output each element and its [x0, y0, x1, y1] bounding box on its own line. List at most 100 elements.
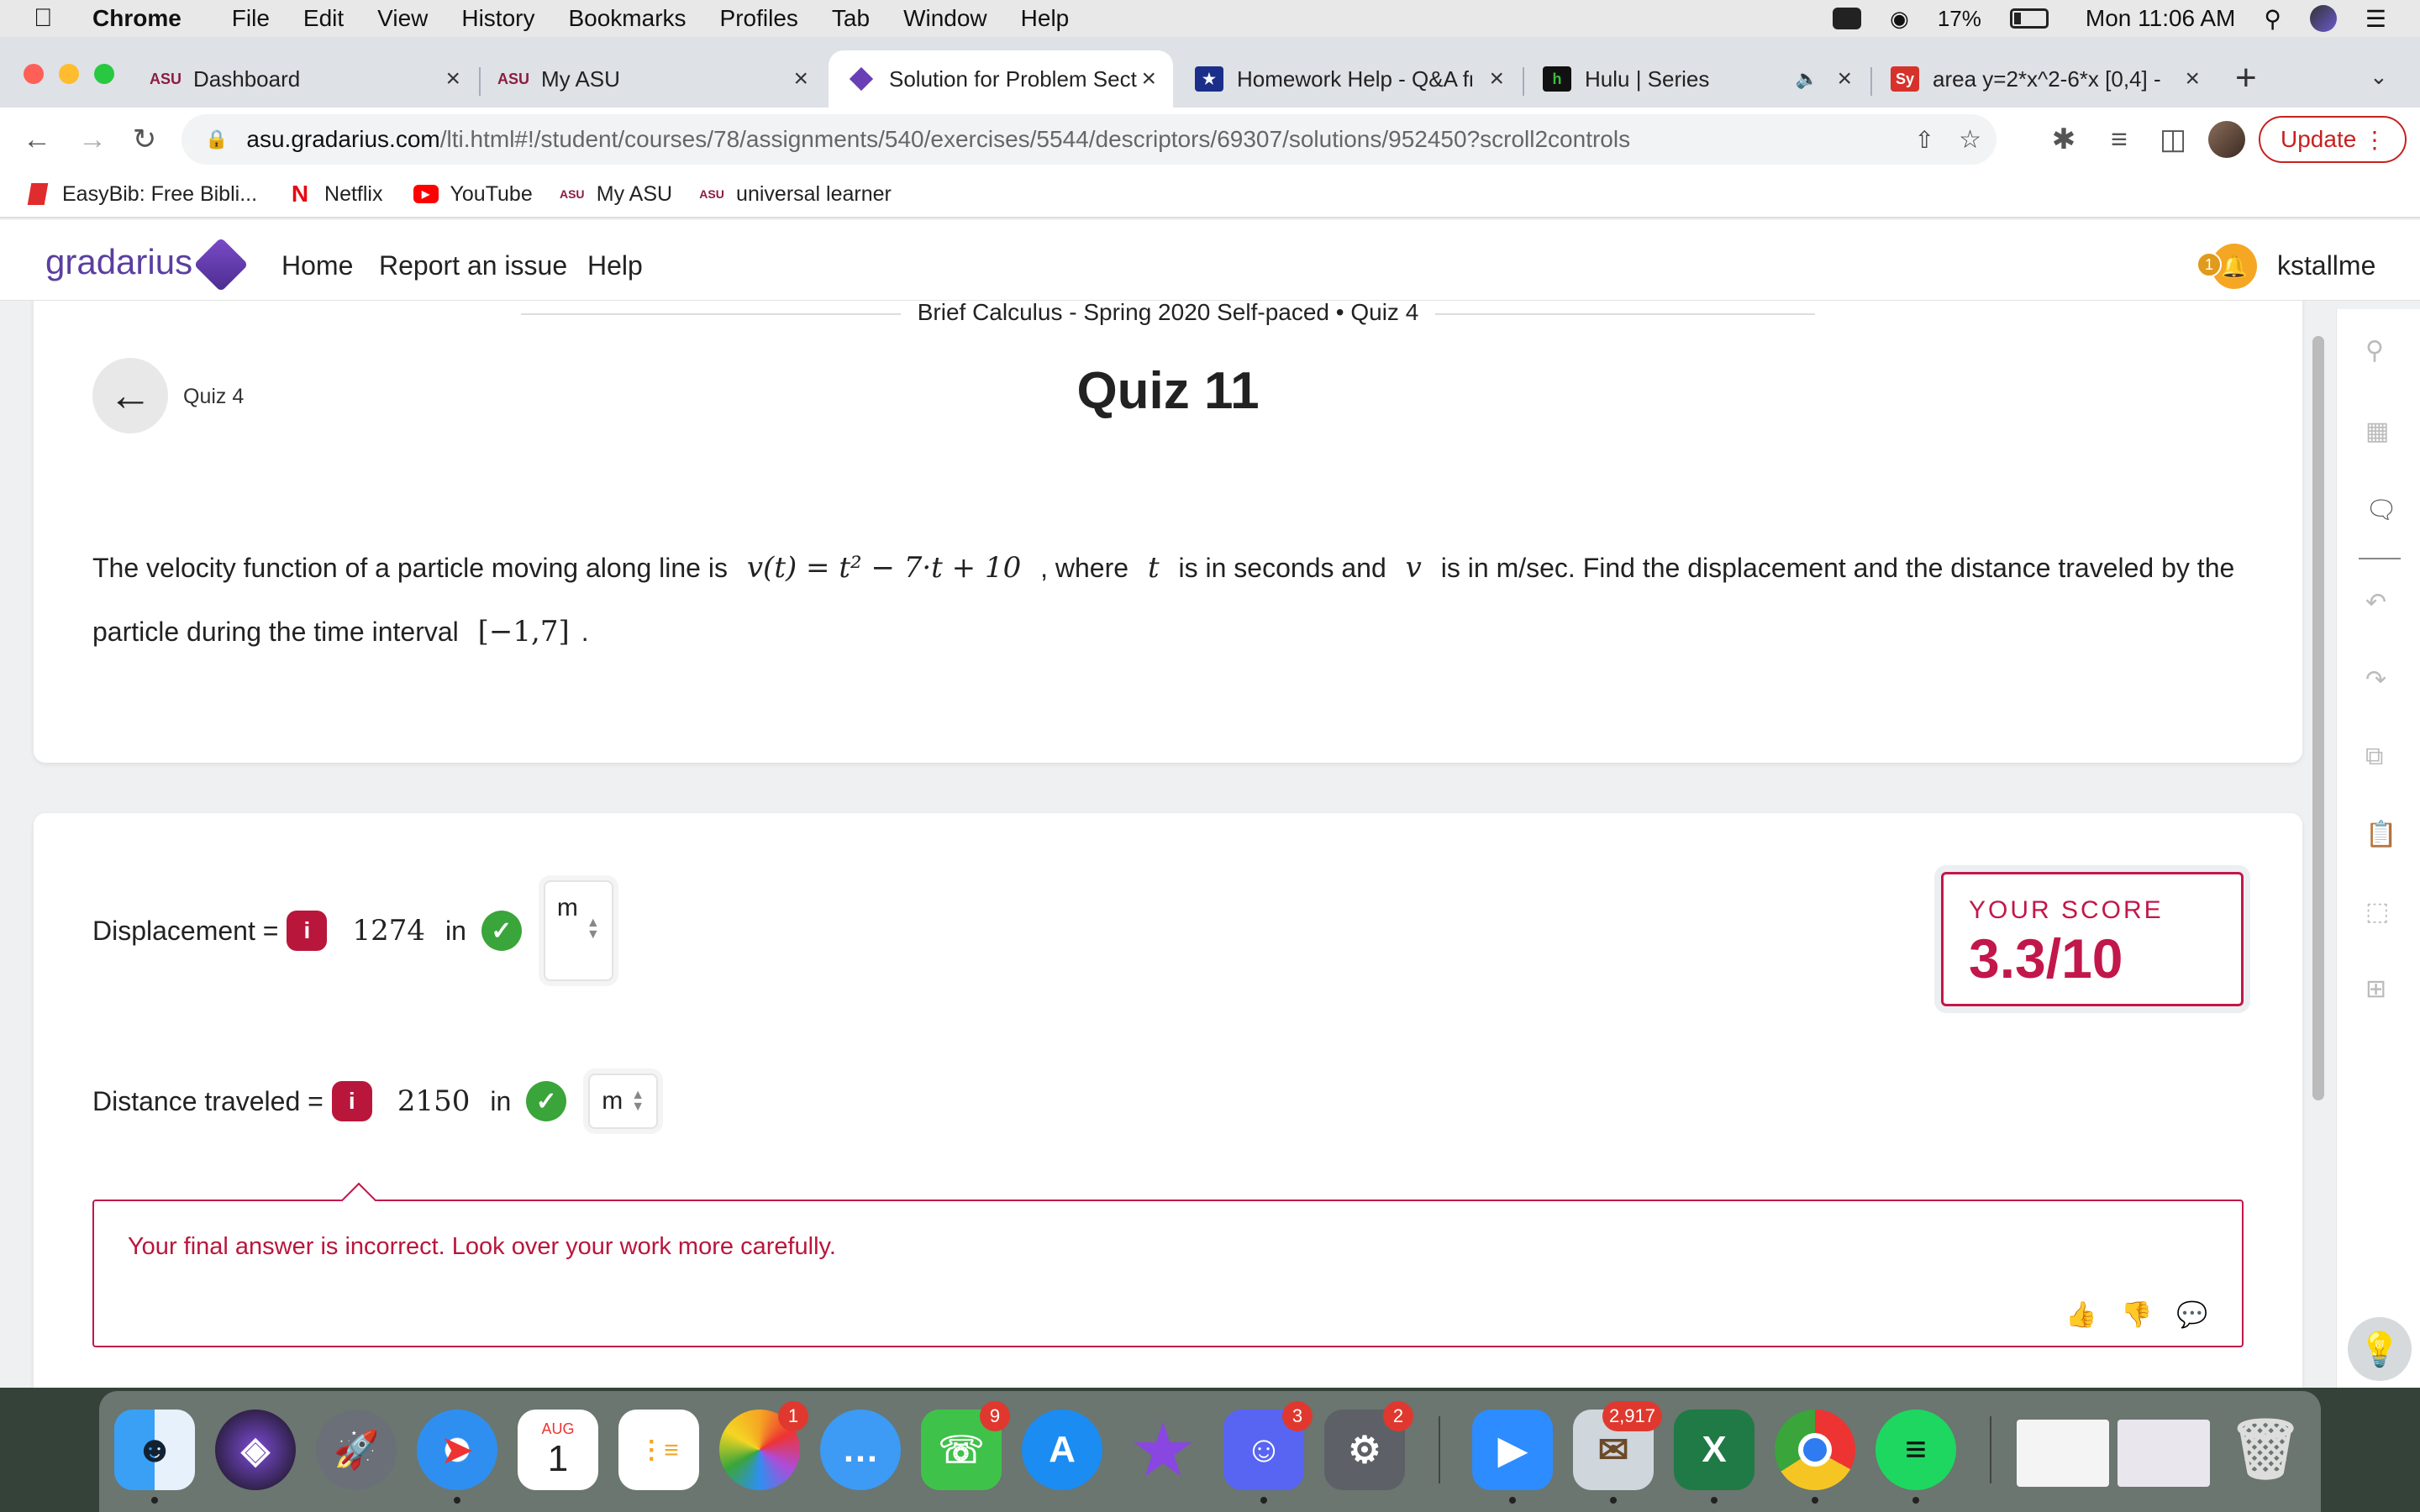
copy-icon[interactable]: ⧉	[2365, 743, 2383, 771]
bookmark-star-icon[interactable]: ☆	[1959, 125, 1981, 155]
menubar-clock[interactable]: Mon 11:06 AM	[2086, 5, 2235, 32]
displacement-unit-select[interactable]: m ▲ ▼	[543, 880, 613, 981]
side-panel-icon[interactable]: ◫	[2153, 119, 2193, 160]
window-minimize-button[interactable]	[59, 64, 79, 84]
zoom-icon[interactable]: ▶	[1472, 1410, 1553, 1504]
window-zoom-button[interactable]	[94, 64, 114, 84]
menu-edit[interactable]: Edit	[303, 5, 344, 32]
incorrect-info-icon[interactable]: i	[287, 911, 328, 951]
tab-my-asu[interactable]: ASU My ASU ×	[481, 50, 825, 108]
photos-icon[interactable]: 1	[719, 1401, 808, 1490]
mail-app-icon[interactable]: ✉ 2,917	[1573, 1401, 1662, 1504]
system-preferences-icon[interactable]: ⚙ 2	[1324, 1401, 1413, 1490]
page-scrollbar[interactable]	[2312, 336, 2324, 1100]
bookmark-my-asu[interactable]: ASU My ASU	[560, 182, 672, 207]
dashboard-icon[interactable]: ▦	[2365, 417, 2389, 446]
extensions-puzzle-icon[interactable]: ✱	[2044, 119, 2084, 160]
spotlight-search-icon[interactable]: ⚲	[2264, 5, 2281, 33]
tab-close-icon[interactable]: ×	[2185, 65, 2200, 93]
search-icon[interactable]: ⚲	[2365, 336, 2384, 365]
lock-icon[interactable]: 🔒	[205, 129, 228, 150]
tab-solution-active[interactable]: Solution for Problem Sect ×	[829, 50, 1173, 108]
tab-dashboard[interactable]: ASU Dashboard ×	[133, 50, 477, 108]
thumbs-down-icon[interactable]: 👎	[2121, 1300, 2152, 1330]
redo-icon[interactable]: ↷	[2365, 665, 2386, 695]
menu-app-name[interactable]: Chrome	[92, 5, 182, 32]
bookmark-easybib[interactable]: EasyBib: Free Bibli...	[25, 182, 257, 207]
incorrect-info-icon[interactable]: i	[331, 1081, 372, 1121]
chrome-update-button[interactable]: Update ⋮	[2259, 116, 2407, 163]
app-store-icon[interactable]: A	[1022, 1410, 1102, 1490]
chrome-icon[interactable]	[1775, 1410, 1855, 1504]
apple-icon[interactable]: 	[34, 4, 67, 33]
siri-icon[interactable]: ◈	[215, 1410, 296, 1490]
tab-close-icon[interactable]: ×	[793, 65, 808, 93]
control-center-icon[interactable]: ☰	[2365, 5, 2386, 33]
select-region-icon[interactable]: ⬚	[2365, 897, 2389, 927]
tab-close-icon[interactable]: ×	[1141, 65, 1156, 93]
bookmark-universal-learner[interactable]: ASU universal learner	[699, 182, 892, 207]
messages-icon[interactable]: …	[820, 1410, 901, 1490]
distance-unit-select[interactable]: m ▲ ▼	[588, 1074, 659, 1129]
launchpad-icon[interactable]: 🚀	[316, 1410, 397, 1490]
nav-help[interactable]: Help	[587, 250, 643, 281]
gradarius-logo-icon[interactable]	[193, 237, 249, 292]
back-arrow-icon[interactable]: ←	[17, 119, 57, 160]
chat-icon[interactable]: 🗨	[2365, 496, 2397, 525]
safari-icon[interactable]: ➤	[417, 1410, 497, 1504]
tab-close-icon[interactable]: ×	[1837, 65, 1852, 93]
bookmark-netflix[interactable]: N Netflix	[287, 181, 383, 207]
battery-icon[interactable]	[2009, 8, 2049, 29]
menu-history[interactable]: History	[461, 5, 534, 32]
comment-icon[interactable]: 💬	[2176, 1300, 2207, 1330]
menu-window[interactable]: Window	[903, 5, 987, 32]
camera-icon[interactable]	[1833, 8, 1862, 29]
undo-icon[interactable]: ↶	[2365, 588, 2386, 617]
lightbulb-hint-icon[interactable]: 💡	[2348, 1317, 2412, 1381]
user-name[interactable]: kstallme	[2277, 250, 2375, 281]
menu-file[interactable]: File	[232, 5, 270, 32]
facetime-icon[interactable]: ☏ 9	[921, 1401, 1010, 1490]
distance-answer[interactable]: 2150	[397, 1084, 471, 1118]
new-tab-plus-icon[interactable]: +	[2235, 57, 2257, 99]
menu-view[interactable]: View	[377, 5, 428, 32]
menu-help[interactable]: Help	[1021, 5, 1070, 32]
reload-icon[interactable]: ↻	[124, 119, 165, 160]
menu-tab[interactable]: Tab	[832, 5, 870, 32]
address-bar[interactable]: 🔒 asu.gradarius.com /lti.html#!/student/…	[182, 114, 1996, 165]
tab-close-icon[interactable]: ×	[1489, 65, 1504, 93]
share-icon[interactable]: ⇧	[1915, 126, 1934, 154]
tab-hulu[interactable]: h Hulu | Series 🔈 ×	[1524, 50, 1869, 108]
imovie-icon[interactable]: ★	[1123, 1410, 1203, 1490]
trash-icon[interactable]: 🗑	[2225, 1410, 2306, 1490]
calendar-icon[interactable]: AUG 1	[518, 1410, 598, 1490]
spotify-icon[interactable]: ≡	[1876, 1410, 1956, 1504]
tab-search-chevron-icon[interactable]: ⌄	[2370, 64, 2388, 90]
window-close-button[interactable]	[24, 64, 44, 84]
nav-report-issue[interactable]: Report an issue	[379, 250, 567, 281]
gradarius-logo[interactable]: gradarius	[45, 242, 192, 282]
tab-symbolab[interactable]: Sy area y=2*x^2-6*x [0,4] - ×	[1872, 50, 2217, 108]
tab-audio-icon[interactable]: 🔈	[1796, 68, 1818, 90]
nav-home[interactable]: Home	[281, 250, 353, 281]
excel-icon[interactable]: X	[1674, 1410, 1754, 1504]
menu-profiles[interactable]: Profiles	[720, 5, 798, 32]
siri-icon[interactable]	[2309, 5, 2337, 32]
thumbs-up-icon[interactable]: 👍	[2065, 1300, 2096, 1330]
add-box-icon[interactable]: ⊞	[2365, 974, 2386, 1004]
wifi-icon[interactable]: ◉	[1890, 6, 1909, 32]
recent-window-thumbnail[interactable]	[2017, 1420, 2109, 1487]
clipboard-icon[interactable]: 📋	[2365, 820, 2396, 849]
profile-avatar[interactable]	[2207, 119, 2247, 160]
forward-arrow-icon[interactable]: →	[72, 119, 113, 160]
tab-close-icon[interactable]: ×	[445, 65, 460, 93]
menu-bookmarks[interactable]: Bookmarks	[568, 5, 686, 32]
displacement-answer[interactable]: 1274	[352, 914, 425, 948]
finder-icon[interactable]: ☻	[114, 1410, 195, 1504]
reading-list-icon[interactable]: ≡	[2099, 119, 2139, 160]
tab-homework-help[interactable]: ★ Homework Help - Q&A fr ×	[1176, 50, 1521, 108]
discord-icon[interactable]: ☺ 3	[1223, 1401, 1313, 1504]
bookmark-youtube[interactable]: ▶ YouTube	[413, 182, 533, 207]
reminders-icon[interactable]: ⋮≡	[618, 1410, 699, 1490]
recent-window-thumbnail[interactable]	[2118, 1420, 2210, 1487]
